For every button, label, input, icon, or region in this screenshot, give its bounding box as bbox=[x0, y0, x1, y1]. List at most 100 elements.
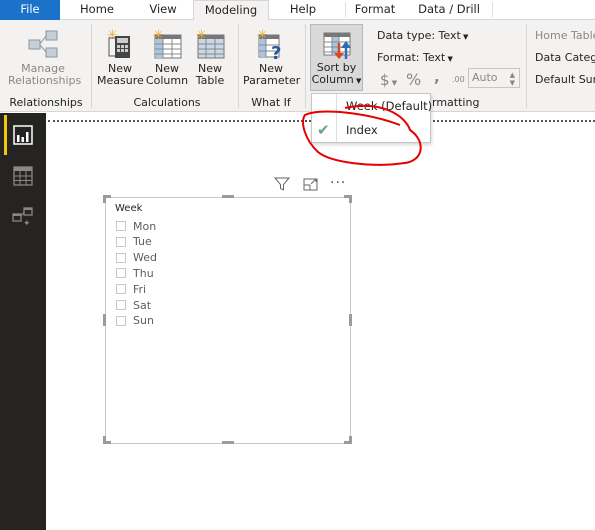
slicer-item[interactable]: Wed bbox=[116, 250, 157, 266]
tab-modeling[interactable]: Modeling bbox=[193, 0, 269, 21]
slicer-checkbox[interactable] bbox=[116, 284, 126, 295]
group-label-what-if: What If bbox=[251, 96, 291, 109]
table-grid-icon bbox=[13, 166, 33, 186]
dropdown-caret-icon: ▼ bbox=[460, 33, 469, 41]
resize-handle-top-left[interactable] bbox=[103, 195, 106, 203]
new-parameter-label-2: Parameter bbox=[243, 74, 301, 87]
slicer-item[interactable]: Mon bbox=[116, 218, 156, 234]
new-column-icon: ✳ bbox=[151, 28, 183, 60]
percent-icon: % bbox=[406, 70, 422, 89]
home-table-dropdown[interactable]: Home Table: bbox=[535, 29, 595, 42]
slicer-item[interactable]: Fri bbox=[116, 281, 146, 297]
tab-format[interactable]: Format bbox=[346, 0, 404, 20]
calculator-icon: ✳ bbox=[104, 28, 136, 60]
percent-button[interactable]: % bbox=[406, 70, 421, 89]
svg-text:?: ? bbox=[271, 43, 281, 60]
comma-icon: , bbox=[434, 68, 440, 86]
nav-model-view[interactable]: ✦ bbox=[0, 197, 46, 237]
more-options-icon: ··· bbox=[330, 175, 347, 191]
resize-handle-bottom-left[interactable] bbox=[103, 441, 111, 444]
focus-mode-button[interactable] bbox=[303, 176, 319, 195]
comma-button[interactable]: , bbox=[434, 68, 440, 86]
new-table-button[interactable]: ✳ New Table bbox=[191, 28, 229, 87]
new-column-button[interactable]: ✳ New Column bbox=[145, 28, 189, 87]
decimal-places-icon: .00 bbox=[452, 75, 465, 84]
slicer-item-label: Sun bbox=[133, 314, 154, 328]
group-label-calculations: Calculations bbox=[133, 96, 201, 109]
currency-icon: $ bbox=[380, 71, 390, 89]
slicer-checkbox[interactable] bbox=[116, 315, 126, 326]
tab-file[interactable]: File bbox=[0, 0, 60, 20]
home-table-label: Home Table: bbox=[535, 29, 595, 42]
spinner-arrows-icon[interactable]: ▲ ▼ bbox=[510, 69, 515, 87]
manage-relationships-button[interactable]: Manage Relationships bbox=[8, 28, 81, 87]
slicer-checkbox[interactable] bbox=[116, 236, 126, 247]
resize-handle-bottom-right[interactable] bbox=[349, 436, 352, 444]
resize-handle-left[interactable] bbox=[103, 314, 106, 326]
slicer-header: Week bbox=[115, 203, 143, 214]
new-measure-button[interactable]: ✳ New Measure bbox=[97, 28, 144, 87]
sort-by-column-button[interactable]: Sort by Column ▼ bbox=[310, 24, 363, 91]
tab-home-label: Home bbox=[80, 2, 114, 16]
sort-by-column-label-2-wrap: Column ▼ bbox=[311, 74, 362, 87]
more-options-button[interactable]: ··· bbox=[330, 175, 346, 191]
resize-handle-bottom[interactable] bbox=[222, 441, 234, 444]
nav-report-view[interactable] bbox=[0, 115, 46, 155]
menu-item-label: Week (Default) bbox=[346, 99, 433, 113]
slicer-item[interactable]: Sat bbox=[116, 297, 151, 313]
group-divider bbox=[526, 24, 527, 108]
filter-button[interactable] bbox=[273, 176, 291, 195]
menu-item-week-default[interactable]: Week (Default) bbox=[312, 94, 433, 118]
sort-by-column-menu: Week (Default) ✔ Index bbox=[311, 93, 433, 143]
week-slicer-visual[interactable]: Week Mon Tue Wed Thu Fri Sat Sun bbox=[105, 197, 351, 444]
new-column-label-2: Column bbox=[145, 74, 189, 87]
resize-handle-top-right[interactable] bbox=[349, 195, 352, 203]
tab-format-label: Format bbox=[354, 2, 396, 16]
slicer-checkbox[interactable] bbox=[116, 252, 126, 263]
relationships-icon bbox=[27, 28, 59, 60]
resize-handle-top[interactable] bbox=[222, 195, 234, 198]
tab-home[interactable]: Home bbox=[66, 0, 128, 20]
group-label-formatting: rmatting bbox=[432, 96, 480, 109]
dropdown-caret-icon: ▼ bbox=[353, 77, 362, 85]
tab-view[interactable]: View bbox=[132, 0, 194, 20]
default-summarization-dropdown[interactable]: Default Sum bbox=[535, 73, 595, 86]
slicer-item[interactable]: Thu bbox=[116, 265, 154, 281]
slicer-item[interactable]: Tue bbox=[116, 234, 152, 250]
slicer-item[interactable]: Sun bbox=[116, 313, 154, 329]
focus-mode-icon bbox=[303, 178, 318, 191]
menu-item-index[interactable]: ✔ Index bbox=[312, 118, 430, 142]
filter-icon bbox=[273, 177, 291, 191]
resize-handle-right[interactable] bbox=[349, 314, 352, 326]
slicer-checkbox[interactable] bbox=[116, 268, 126, 279]
currency-button[interactable]: $ ▼ bbox=[380, 71, 397, 89]
slicer-item-label: Fri bbox=[133, 282, 147, 296]
slicer-checkbox[interactable] bbox=[116, 221, 126, 231]
tab-view-label: View bbox=[149, 2, 177, 16]
dropdown-caret-icon: ▼ bbox=[445, 55, 453, 63]
default-summarization-label: Default Sum bbox=[535, 73, 595, 86]
format-dropdown[interactable]: Format: Text ▼ bbox=[377, 51, 453, 64]
svg-text:✦: ✦ bbox=[23, 219, 31, 227]
data-type-dropdown[interactable]: Data type: Text ▼ bbox=[377, 29, 468, 42]
dropdown-caret-icon: ▼ bbox=[389, 79, 398, 87]
decimal-places-value: Auto bbox=[472, 71, 498, 84]
new-parameter-button[interactable]: ? ✳ New Parameter bbox=[243, 28, 301, 87]
ribbon-tab-bar: File Home View Modeling Help Format Data… bbox=[0, 0, 595, 21]
report-chart-icon bbox=[13, 125, 33, 145]
nav-data-view[interactable] bbox=[0, 156, 46, 196]
menu-item-label: Index bbox=[346, 123, 378, 137]
new-parameter-icon: ? ✳ bbox=[255, 28, 287, 64]
checkmark-icon: ✔ bbox=[317, 121, 330, 139]
model-relationships-icon: ✦ bbox=[12, 207, 33, 227]
group-label-relationships: Relationships bbox=[9, 96, 83, 109]
slicer-item-label: Thu bbox=[133, 266, 154, 280]
data-category-dropdown[interactable]: Data Catego bbox=[535, 51, 595, 64]
decimal-button[interactable]: .00 bbox=[452, 75, 465, 84]
slicer-checkbox[interactable] bbox=[116, 300, 126, 310]
tab-data-drill[interactable]: Data / Drill bbox=[410, 0, 488, 20]
decimal-places-spinner[interactable]: Auto ▲ ▼ bbox=[468, 68, 520, 88]
new-table-icon: ✳ bbox=[194, 28, 226, 60]
slicer-item-label: Mon bbox=[133, 219, 157, 233]
tab-help[interactable]: Help bbox=[272, 0, 334, 20]
